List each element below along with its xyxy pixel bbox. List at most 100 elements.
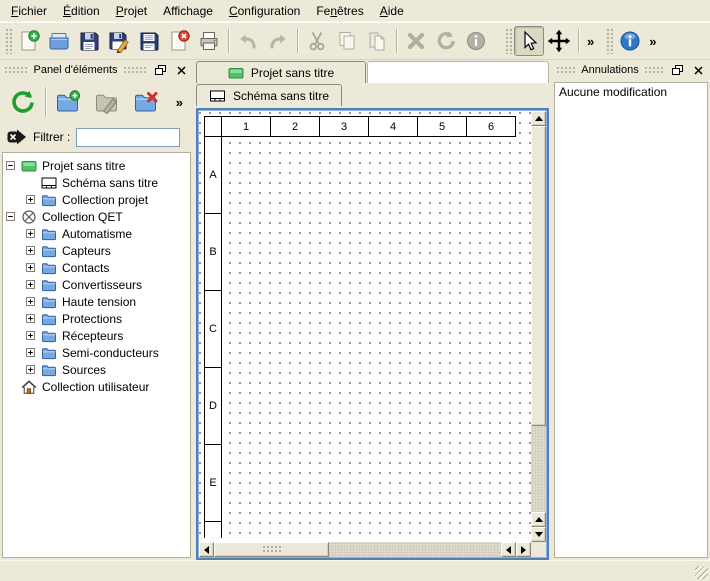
tree-item-haute-tension[interactable]: Haute tension — [3, 293, 190, 310]
about-qet-button[interactable] — [615, 26, 645, 56]
tabbar-empty-area — [367, 61, 549, 83]
scroll-up-button[interactable] — [531, 512, 546, 527]
menu-fenetres[interactable]: Fenêtres — [308, 1, 371, 21]
tree-item-projet-sans-titre[interactable]: Projet sans titre — [3, 157, 190, 174]
toolbar-grip[interactable] — [505, 28, 512, 54]
tree-item-recepteurs[interactable]: Récepteurs — [3, 327, 190, 344]
home-icon — [21, 379, 37, 395]
tree-item-convertisseurs[interactable]: Convertisseurs — [3, 276, 190, 293]
undo-empty-message: Aucune modification — [555, 83, 707, 101]
horizontal-scrollbar[interactable] — [199, 542, 531, 557]
save-as-button[interactable] — [104, 26, 134, 56]
tree-item-contacts[interactable]: Contacts — [3, 259, 190, 276]
menu-affichage[interactable]: Affichage — [155, 1, 221, 21]
toolbar-overflow-chevron[interactable]: » — [583, 34, 598, 49]
main-area: Panel d'éléments — [0, 60, 710, 560]
tree-indent — [26, 178, 35, 187]
menu-configuration[interactable]: Configuration — [221, 1, 308, 21]
filter-input[interactable] — [76, 128, 180, 147]
elements-panel-titlebar[interactable]: Panel d'éléments — [0, 60, 193, 80]
scroll-right-button[interactable] — [516, 542, 531, 557]
new-category-button[interactable] — [51, 85, 85, 119]
panel-overflow-chevron[interactable]: » — [172, 95, 187, 110]
tree-expand-plus[interactable] — [26, 229, 35, 238]
tree-expand-plus[interactable] — [26, 263, 35, 272]
menu-aide[interactable]: Aide — [372, 1, 412, 21]
tree-expand-plus[interactable] — [26, 331, 35, 340]
menu-fichier[interactable]: Fichier — [3, 1, 55, 21]
tree-expand-plus[interactable] — [26, 280, 35, 289]
tree-item-sources[interactable]: Sources — [3, 361, 190, 378]
print-button[interactable] — [194, 26, 224, 56]
float-panel-button[interactable] — [669, 63, 685, 77]
tree-expand-plus[interactable] — [26, 195, 35, 204]
close-project-button[interactable] — [164, 26, 194, 56]
tree-indent — [6, 382, 15, 391]
scroll-up-button[interactable] — [531, 111, 546, 126]
tree-expand-plus[interactable] — [26, 365, 35, 374]
tree-expand-plus[interactable] — [26, 297, 35, 306]
schema-canvas[interactable]: 123456 ABCDE — [199, 111, 531, 542]
delete-category-button[interactable] — [129, 85, 163, 119]
vertical-scrollbar[interactable] — [531, 111, 546, 542]
element-info-button[interactable] — [461, 26, 491, 56]
clear-filter-icon[interactable] — [7, 128, 27, 146]
tree-item-label: Collection utilisateur — [42, 380, 149, 394]
rotate-button[interactable] — [431, 26, 461, 56]
scroll-left-button[interactable] — [501, 542, 516, 557]
delete-button[interactable] — [401, 26, 431, 56]
menu-projet[interactable]: Projet — [108, 1, 155, 21]
horizontal-scroll-thumb[interactable] — [214, 542, 329, 557]
tree-expand-minus[interactable] — [6, 212, 15, 221]
edit-category-button[interactable] — [90, 85, 124, 119]
close-panel-button[interactable] — [690, 63, 706, 77]
tree-item-collection-qet[interactable]: Collection QET — [3, 208, 190, 225]
close-panel-button[interactable] — [173, 63, 189, 77]
undo-panel-titlebar[interactable]: Annulations — [552, 60, 710, 80]
vertical-scroll-track[interactable] — [531, 426, 546, 512]
undo-button[interactable] — [233, 26, 263, 56]
paste-icon — [365, 29, 389, 53]
select-tool-button[interactable] — [514, 26, 544, 56]
copy-button[interactable] — [332, 26, 362, 56]
tree-item-collection-projet[interactable]: Collection projet — [3, 191, 190, 208]
tree-item-collection-utilisateur[interactable]: Collection utilisateur — [3, 378, 190, 395]
toolbar-grip[interactable] — [5, 28, 12, 54]
new-project-button[interactable] — [14, 26, 44, 56]
paste-button[interactable] — [362, 26, 392, 56]
schema-icon — [41, 175, 57, 191]
save-icon — [77, 29, 101, 53]
toolbar-overflow-chevron[interactable]: » — [645, 34, 660, 49]
reload-collections-button[interactable] — [6, 85, 40, 119]
vertical-scroll-thumb[interactable] — [531, 126, 546, 426]
horizontal-scroll-track[interactable] — [329, 542, 501, 557]
move-tool-button[interactable] — [544, 26, 574, 56]
tree-item-schema-sans-titre[interactable]: Schéma sans titre — [3, 174, 190, 191]
tree-item-protections[interactable]: Protections — [3, 310, 190, 327]
undo-history-list[interactable]: Aucune modification — [554, 82, 708, 558]
scroll-down-button[interactable] — [531, 527, 546, 542]
open-project-button[interactable] — [44, 26, 74, 56]
status-bar — [0, 560, 710, 581]
tab-project[interactable]: Projet sans titre — [196, 61, 366, 83]
tab-schema-label: Schéma sans titre — [233, 89, 329, 103]
tree-item-capteurs[interactable]: Capteurs — [3, 242, 190, 259]
toolbar-grip[interactable] — [606, 28, 613, 54]
tree-item-label: Automatisme — [62, 227, 132, 241]
tree-expand-plus[interactable] — [26, 348, 35, 357]
redo-button[interactable] — [263, 26, 293, 56]
tree-expand-minus[interactable] — [6, 161, 15, 170]
tree-expand-plus[interactable] — [26, 314, 35, 323]
tree-expand-plus[interactable] — [26, 246, 35, 255]
tree-item-semi-conducteurs[interactable]: Semi-conducteurs — [3, 344, 190, 361]
tab-schema[interactable]: Schéma sans titre — [196, 84, 342, 106]
float-panel-button[interactable] — [152, 63, 168, 77]
cut-button[interactable] — [302, 26, 332, 56]
scroll-left-button[interactable] — [199, 542, 214, 557]
save-button[interactable] — [74, 26, 104, 56]
menu-edition[interactable]: Édition — [55, 1, 108, 21]
resize-grip[interactable] — [695, 566, 708, 579]
save-all-button[interactable] — [134, 26, 164, 56]
tree-item-automatisme[interactable]: Automatisme — [3, 225, 190, 242]
rotate-icon — [434, 29, 458, 53]
